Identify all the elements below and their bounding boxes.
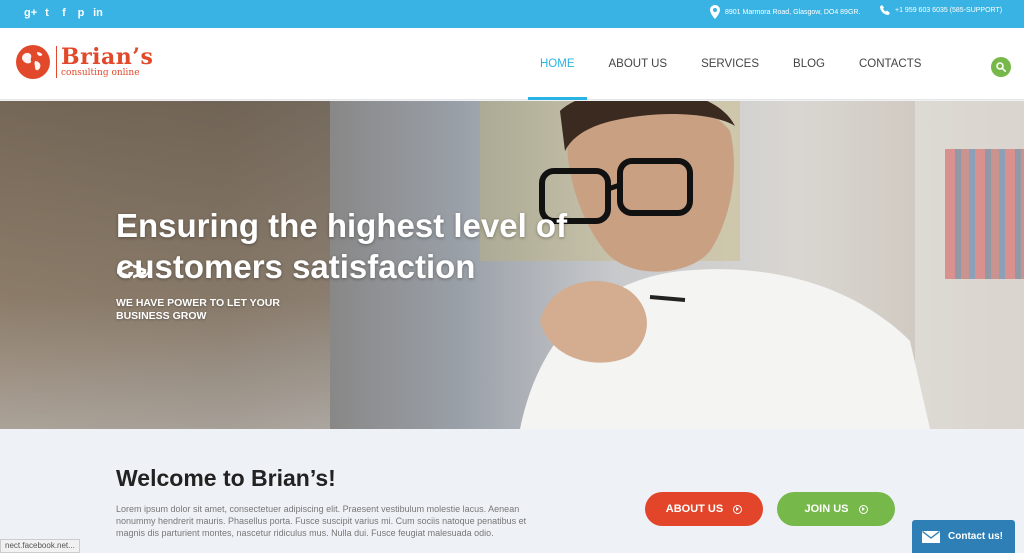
- phone-icon: [880, 5, 890, 15]
- logo[interactable]: Brian’s consulting online: [16, 45, 153, 79]
- nav-services[interactable]: SERVICES: [689, 28, 771, 100]
- phone-text: +1 959 603 6035 (585-SUPPORT): [895, 6, 1003, 14]
- arrow-circle-icon: [858, 504, 868, 514]
- contact-us-label: Contact us!: [948, 531, 1003, 542]
- contact-us-widget[interactable]: Contact us!: [912, 520, 1015, 553]
- twitter-icon[interactable]: t: [41, 6, 53, 20]
- nav-about-us[interactable]: ABOUT US: [597, 28, 680, 100]
- nav-contacts[interactable]: CONTACTS: [847, 28, 933, 100]
- join-us-button[interactable]: JOIN US: [777, 492, 895, 526]
- logo-name: Brian’s: [61, 43, 154, 70]
- globe-icon: [16, 45, 50, 79]
- site-header: Brian’s consulting online HOME ABOUT US …: [0, 28, 1024, 100]
- hero-subtitle: WE HAVE POWER TO LET YOUR BUSINESS GROW: [116, 297, 280, 322]
- pinterest-icon[interactable]: p: [75, 6, 87, 20]
- nav-home[interactable]: HOME: [528, 28, 587, 100]
- search-icon: [996, 62, 1006, 72]
- social-links: g+ t f p in: [24, 6, 104, 20]
- map-pin-icon: [710, 5, 720, 19]
- envelope-icon: [922, 530, 940, 543]
- top-bar: g+ t f p in 8901 Marmora Road, Glasgow, …: [0, 0, 1024, 28]
- hero-slider: Ensuring the highest level of customers …: [0, 101, 1024, 429]
- phone: +1 959 603 6035 (585-SUPPORT): [880, 5, 1002, 15]
- linkedin-icon[interactable]: in: [92, 6, 104, 20]
- search-button[interactable]: [991, 57, 1011, 77]
- google-plus-icon[interactable]: g+: [24, 6, 37, 20]
- hero-title: Ensuring the highest level of customers …: [116, 207, 568, 285]
- welcome-title: Welcome to Brian’s!: [116, 465, 336, 491]
- address-text: 8901 Marmora Road, Glasgow, DO4 89GR.: [725, 8, 861, 16]
- address: 8901 Marmora Road, Glasgow, DO4 89GR.: [710, 5, 860, 19]
- about-us-button[interactable]: ABOUT US: [645, 492, 763, 526]
- main-nav: HOME ABOUT US SERVICES BLOG CONTACTS: [528, 28, 943, 100]
- nav-blog[interactable]: BLOG: [781, 28, 837, 100]
- logo-tagline: consulting online: [61, 67, 140, 78]
- hero-background-shelf-right: [915, 101, 1024, 429]
- about-us-label: ABOUT US: [665, 503, 724, 515]
- welcome-text: Lorem ipsum dolor sit amet, consectetuer…: [116, 504, 527, 538]
- slider-next-arrow[interactable]: >: [132, 258, 147, 284]
- arrow-circle-icon: [733, 504, 743, 514]
- slider-prev-arrow[interactable]: <: [116, 258, 131, 284]
- join-us-label: JOIN US: [804, 503, 849, 515]
- facebook-icon[interactable]: f: [58, 6, 70, 20]
- browser-status-url: nect.facebook.net...: [0, 539, 80, 553]
- logo-divider: [56, 46, 57, 78]
